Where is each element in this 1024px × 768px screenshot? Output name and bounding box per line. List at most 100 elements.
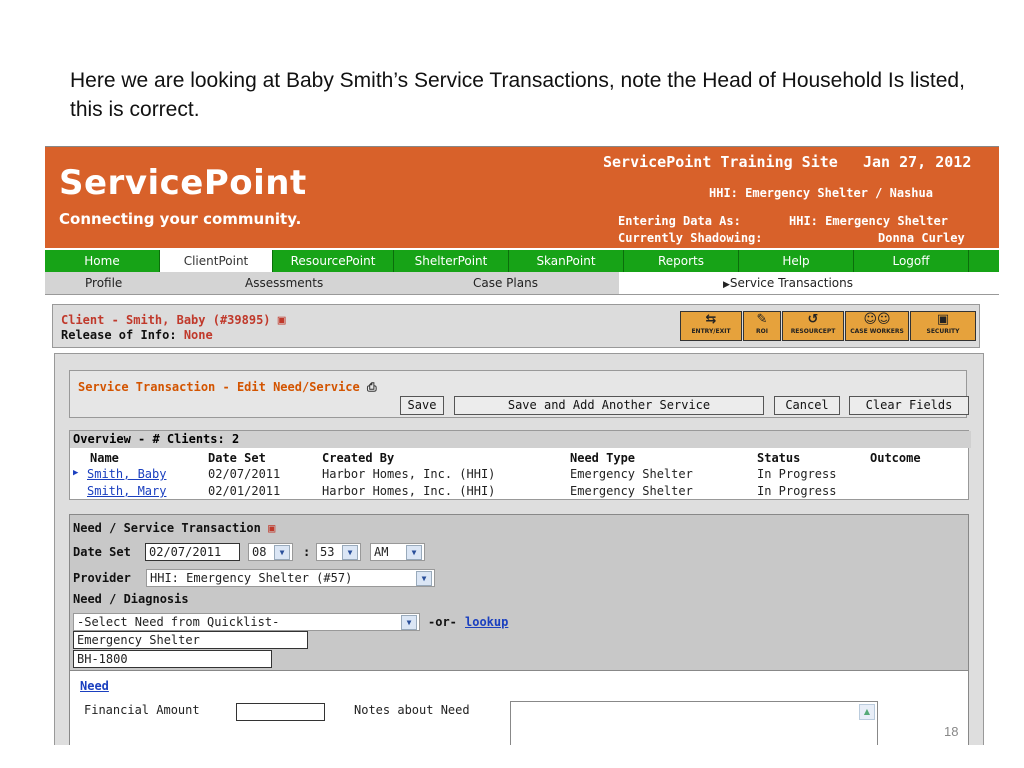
lock-icon: ▣ (268, 521, 276, 535)
agency-name: HHI: Emergency Shelter / Nashua (709, 186, 933, 200)
table-row-date: 02/07/2011 (208, 467, 281, 481)
table-row-date: 02/01/2011 (208, 484, 281, 498)
table-row-status: In Progress (757, 467, 837, 481)
site-name: ServicePoint Training Site (603, 153, 838, 171)
provider-select[interactable]: HHI: Emergency Shelter (#57) ▼ (146, 569, 435, 587)
sub-nav: Profile Assessments Case Plans ▶Service … (45, 272, 999, 295)
chevron-down-icon: ▼ (401, 615, 417, 630)
security-lock-icon: ▣ (936, 312, 950, 327)
tab-service-transactions[interactable]: ▶Service Transactions (619, 272, 999, 294)
chevron-down-icon: ▼ (416, 571, 432, 586)
nav-resourcepoint[interactable]: ResourcePoint (273, 250, 394, 272)
client-bar: Client - Smith, Baby (#39895) ▣ Release … (52, 304, 980, 348)
row-selected-icon: ▶ (73, 468, 79, 478)
case-workers-icon: ☺☺ (863, 312, 891, 327)
need-code-field[interactable]: BH-1800 (73, 650, 272, 668)
roi-icon: ✎ (756, 312, 768, 327)
site-date: Jan 27, 2012 (863, 153, 972, 171)
resourcept-button[interactable]: ↺ RESOURCEPT (782, 311, 844, 341)
app-header: ServicePoint Connecting your community. … (45, 147, 999, 248)
need-service-title: Need / Service Transaction ▣ (73, 521, 276, 535)
roi-button[interactable]: ✎ ROI (743, 311, 781, 341)
tab-assessments[interactable]: Assessments (245, 272, 323, 294)
col-outcome: Outcome (870, 451, 921, 465)
need-link[interactable]: Need (80, 679, 109, 693)
cancel-button[interactable]: Cancel (774, 396, 840, 415)
table-row-name[interactable]: Smith, Baby (87, 467, 166, 481)
table-row-need-type: Emergency Shelter (570, 467, 693, 481)
transaction-title: Service Transaction - Edit Need/Service … (78, 380, 377, 394)
col-created-by: Created By (322, 451, 395, 465)
printer-icon[interactable]: ⎙ (367, 380, 377, 394)
shadow-value: Donna Curley (878, 231, 965, 245)
tab-profile[interactable]: Profile (85, 272, 122, 294)
case-workers-button[interactable]: ☺☺ CASE WORKERS (845, 311, 909, 341)
lookup-link[interactable]: lookup (465, 615, 508, 629)
or-text: -or- (428, 615, 457, 629)
slide-caption: Here we are looking at Baby Smith’s Serv… (70, 69, 965, 121)
need-detail-section: Need Financial Amount Notes about Need ▲ (69, 670, 969, 745)
need-diagnosis-label: Need / Diagnosis (73, 592, 189, 606)
nav-shelterpoint[interactable]: ShelterPoint (394, 250, 509, 272)
overview-title: Overview - # Clients: 2 (70, 431, 971, 448)
shadow-label: Currently Shadowing: (618, 231, 763, 245)
nav-skanpoint[interactable]: SkanPoint (509, 250, 624, 272)
clear-fields-button[interactable]: Clear Fields (849, 396, 969, 415)
lock-icon: ▣ (277, 313, 286, 328)
table-row-status: In Progress (757, 484, 837, 498)
col-name: Name (90, 451, 119, 465)
col-status: Status (757, 451, 801, 465)
table-row-name[interactable]: Smith, Mary (87, 484, 166, 498)
tab-case-plans[interactable]: Case Plans (473, 272, 538, 294)
tab-service-transactions-label: Service Transactions (729, 276, 853, 290)
tagline: Connecting your community. (59, 210, 302, 228)
service-transaction-panel: Service Transaction - Edit Need/Service … (54, 353, 984, 745)
main-nav: Home ClientPoint ResourcePoint ShelterPo… (45, 250, 999, 272)
servicepoint-screenshot: ServicePoint Connecting your community. … (45, 146, 999, 745)
caret-right-icon: ▶ (723, 280, 730, 290)
entering-label: Entering Data As: (618, 214, 741, 228)
col-date-set: Date Set (208, 451, 266, 465)
financial-amount-input[interactable] (236, 703, 325, 721)
ampm-select[interactable]: AM ▼ (370, 543, 425, 561)
entry-exit-button[interactable]: ⇆ ENTRY/EXIT (680, 311, 742, 341)
table-row-created-by: Harbor Homes, Inc. (HHI) (322, 484, 496, 498)
save-button[interactable]: Save (400, 396, 444, 415)
time-colon: : (303, 545, 311, 559)
nav-reports[interactable]: Reports (624, 250, 739, 272)
scroll-up-icon[interactable]: ▲ (859, 704, 875, 720)
date-set-input[interactable]: 02/07/2011 (145, 543, 240, 561)
financial-amount-label: Financial Amount (84, 703, 200, 717)
need-service-section: Need / Service Transaction ▣ Date Set 02… (69, 514, 969, 672)
entering-value: HHI: Emergency Shelter (789, 214, 948, 228)
page-number: 18 (944, 724, 959, 739)
quicklist-select[interactable]: -Select Need from Quicklist- ▼ (73, 613, 420, 631)
minute-select[interactable]: 53 ▼ (316, 543, 361, 561)
col-need-type: Need Type (570, 451, 636, 465)
release-value: None (183, 328, 213, 342)
nav-clientpoint[interactable]: ClientPoint (160, 250, 273, 272)
servicepoint-logo: ServicePoint (59, 163, 307, 203)
save-add-another-button[interactable]: Save and Add Another Service (454, 396, 764, 415)
release-of-info: Release of Info: None (61, 328, 213, 342)
security-button[interactable]: ▣ SECURITY (910, 311, 976, 341)
table-row-created-by: Harbor Homes, Inc. (HHI) (322, 467, 496, 481)
hour-select[interactable]: 08 ▼ (248, 543, 293, 561)
chevron-down-icon: ▼ (274, 545, 290, 560)
provider-label: Provider (73, 571, 131, 585)
date-set-label: Date Set (73, 545, 131, 559)
client-name: Client - Smith, Baby (#39895) ▣ (61, 313, 286, 328)
nav-logoff[interactable]: Logoff (854, 250, 969, 272)
resourcept-icon: ↺ (807, 312, 819, 327)
nav-home[interactable]: Home (45, 250, 160, 272)
chevron-down-icon: ▼ (342, 545, 358, 560)
entry-exit-icon: ⇆ (705, 312, 717, 327)
table-row-need-type: Emergency Shelter (570, 484, 693, 498)
chevron-down-icon: ▼ (406, 545, 422, 560)
nav-help[interactable]: Help (739, 250, 854, 272)
need-name-field[interactable]: Emergency Shelter (73, 631, 308, 649)
transaction-header: Service Transaction - Edit Need/Service … (69, 370, 969, 418)
notes-textarea[interactable]: ▲ (510, 701, 878, 745)
notes-label: Notes about Need (354, 703, 470, 717)
overview-table: Overview - # Clients: 2 Name Date Set Cr… (69, 430, 971, 500)
